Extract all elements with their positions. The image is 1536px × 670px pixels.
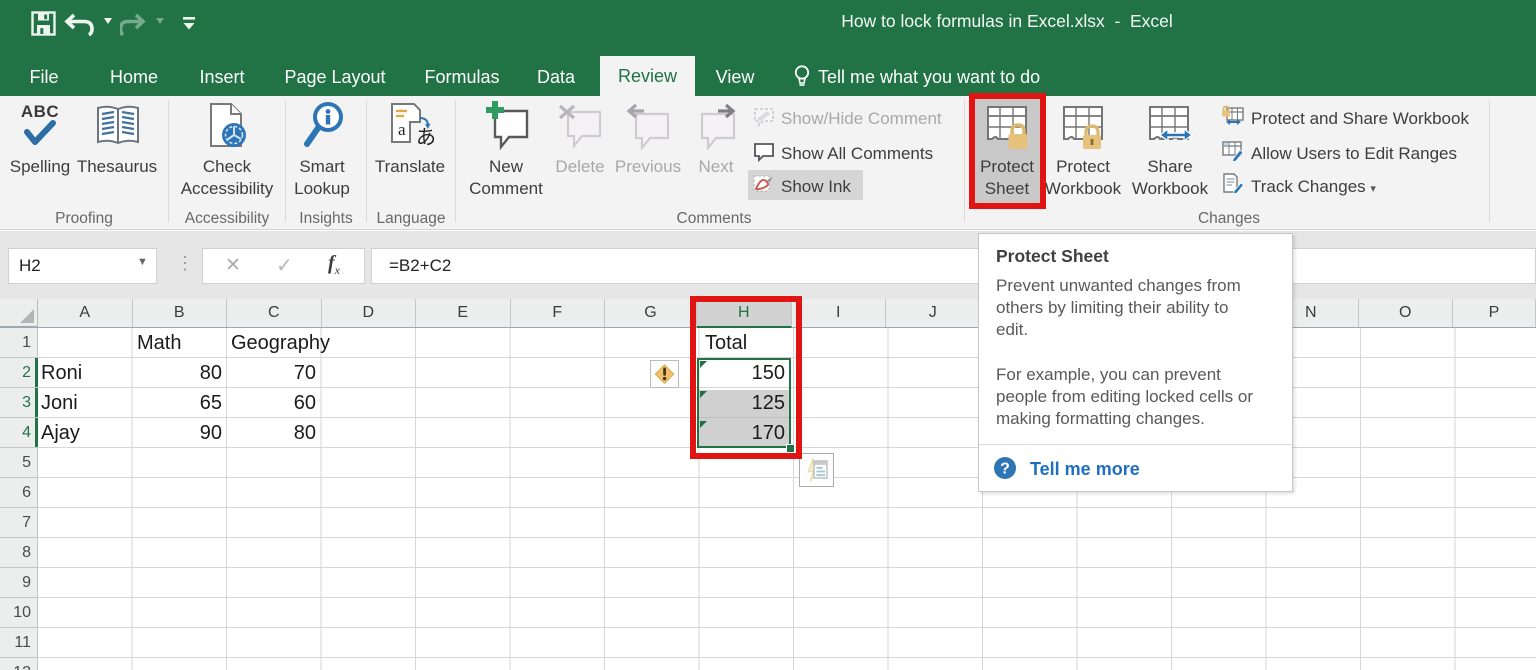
- svg-text:あ: あ: [416, 127, 436, 149]
- svg-text:a: a: [398, 120, 406, 139]
- svg-text:?: ?: [1000, 461, 1010, 478]
